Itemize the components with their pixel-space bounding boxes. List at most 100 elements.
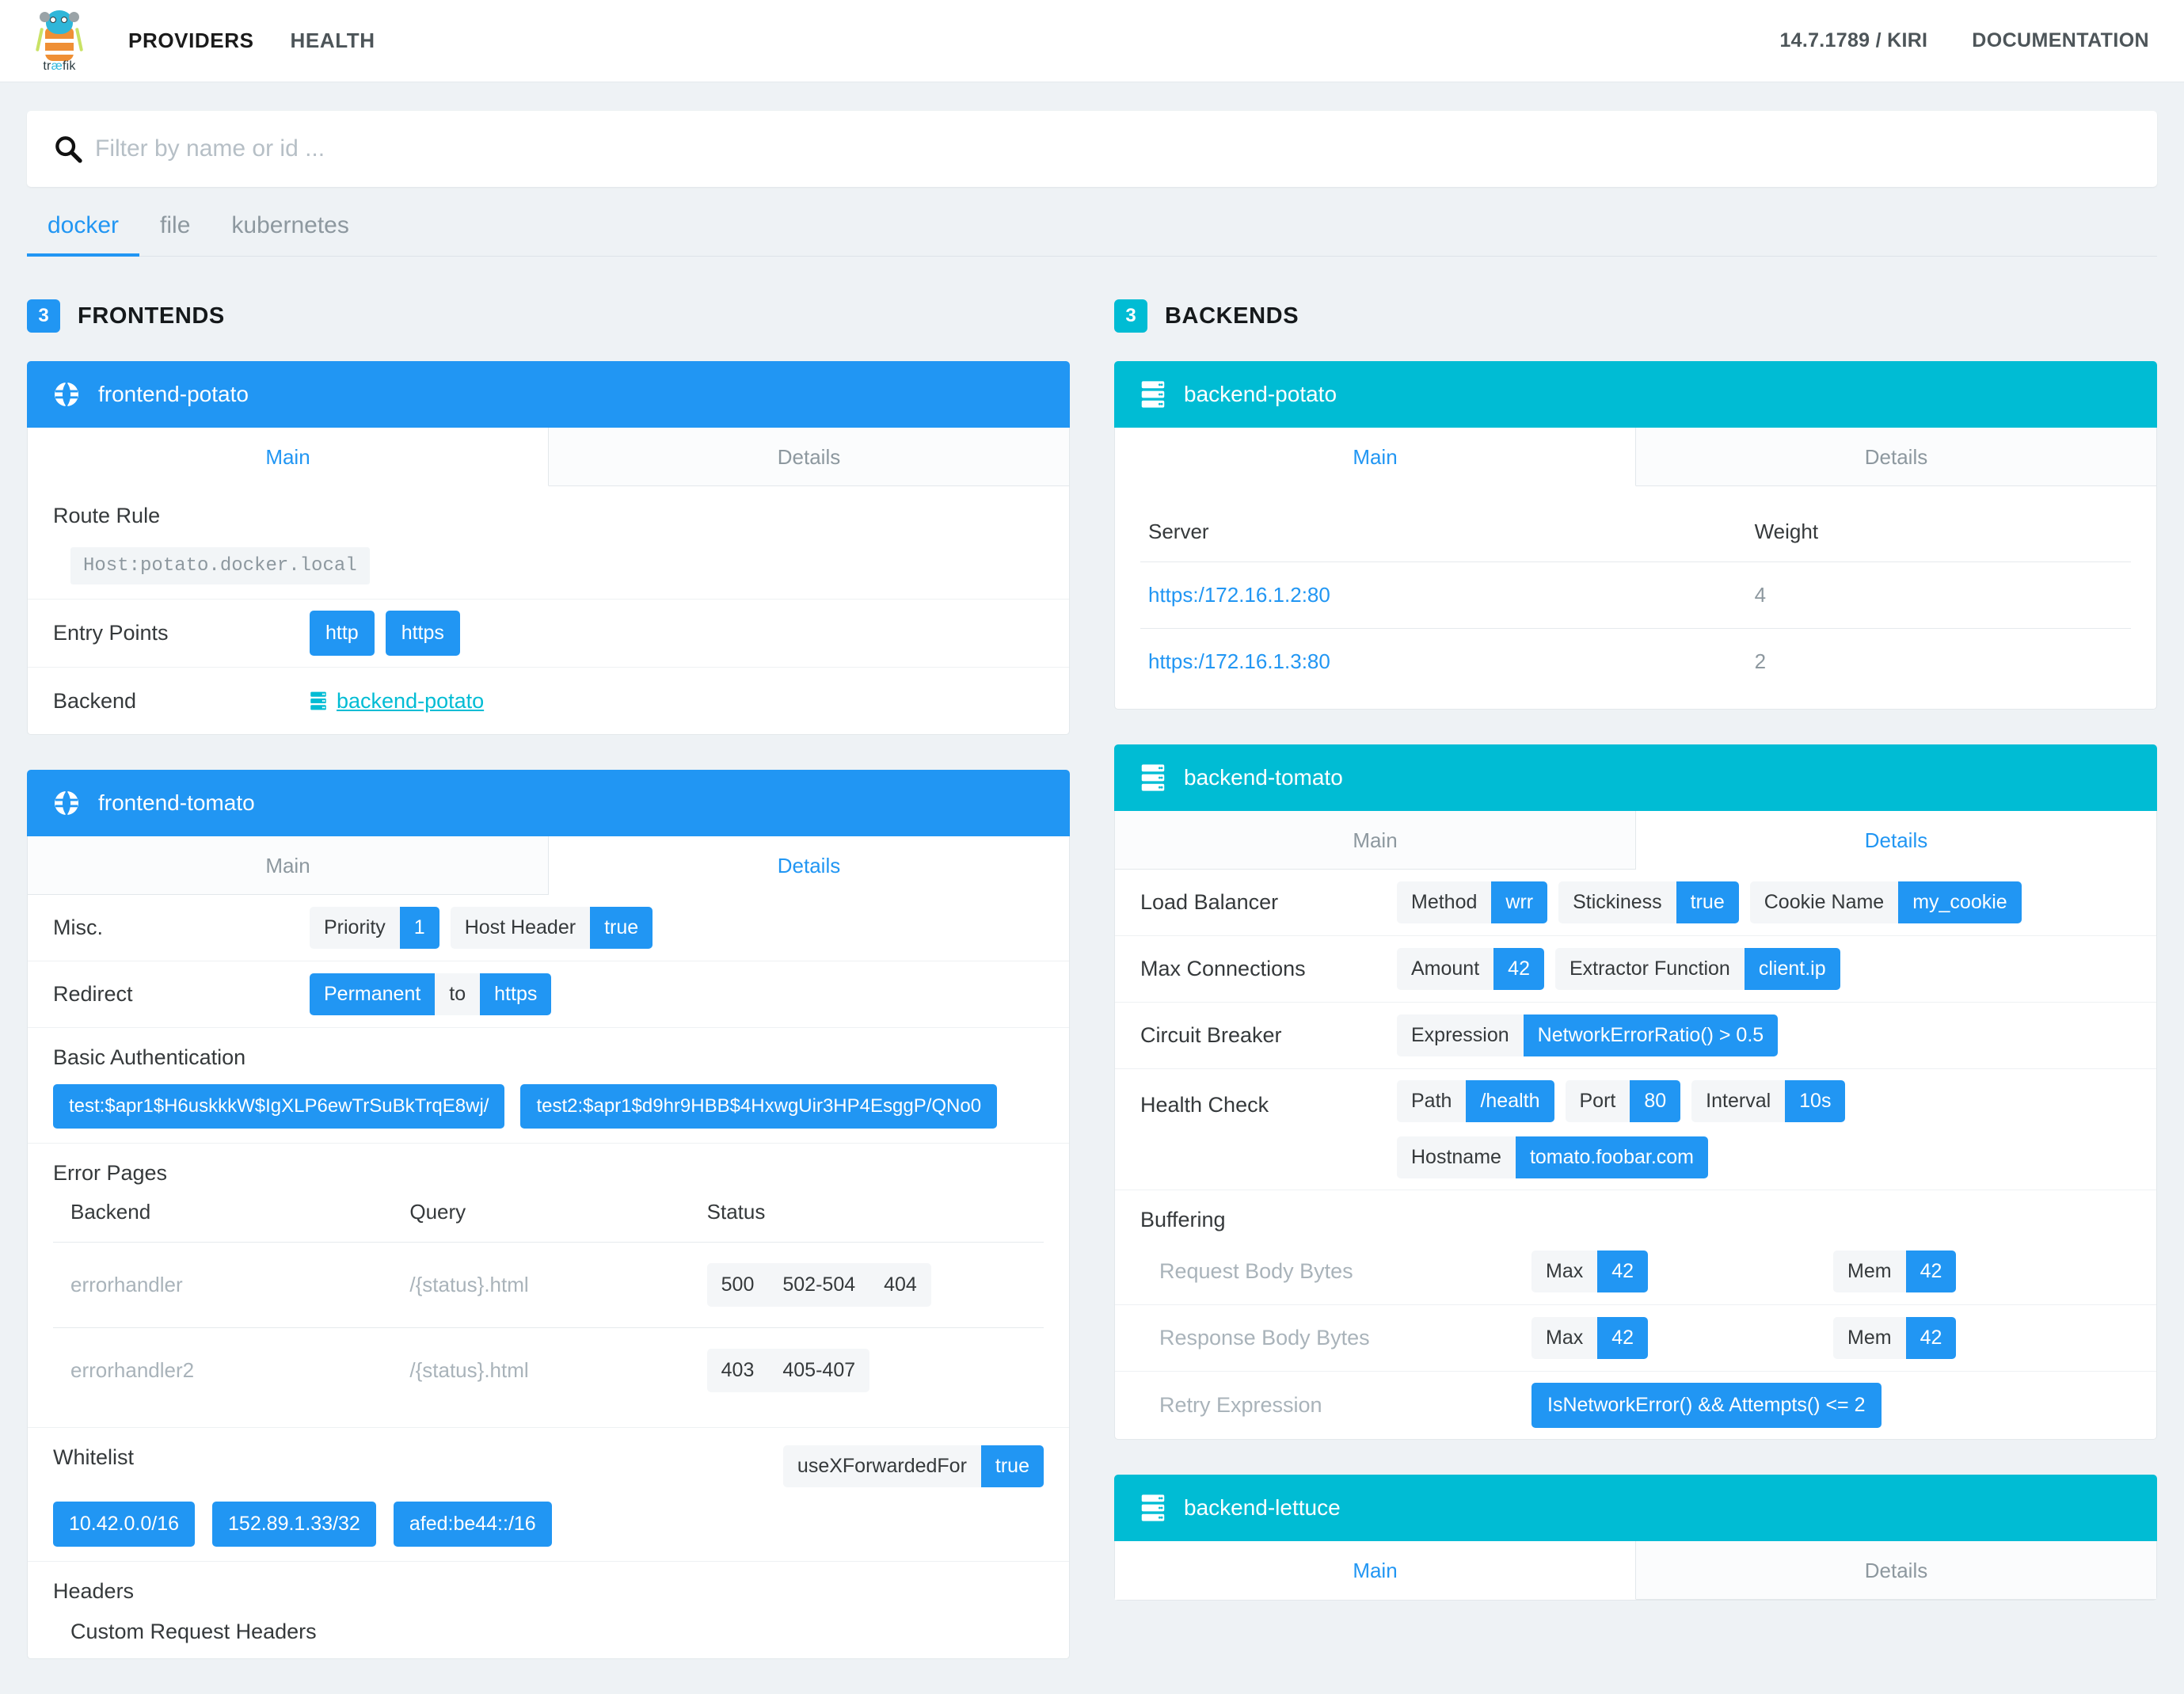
max-conn-amount-value: 42 xyxy=(1493,948,1544,990)
lb-stickiness-key: Stickiness xyxy=(1573,891,1662,913)
lb-stickiness-value: true xyxy=(1676,881,1739,923)
frontend-tomato-title: frontend-tomato xyxy=(98,790,255,815)
table-row: https:/172.16.1.3:80 2 xyxy=(1140,628,2131,695)
backend-lettuce-body: Main Details xyxy=(1114,1541,2157,1601)
documentation-link[interactable]: DOCUMENTATION xyxy=(1972,29,2149,52)
top-navbar: træfik PROVIDERS HEALTH 14.7.1789 / KIRI… xyxy=(0,0,2184,82)
response-body-mem-key: Mem xyxy=(1847,1327,1892,1349)
load-balancer-row: Load Balancer Method wrr Stickiness true… xyxy=(1115,870,2156,936)
tab-main[interactable]: Main xyxy=(1115,1541,1636,1600)
provider-tab-kubernetes[interactable]: kubernetes xyxy=(211,207,369,257)
headers-label: Headers xyxy=(53,1579,135,1603)
main-columns: 3 FRONTENDS frontend-potato Main Details… xyxy=(27,299,2157,1694)
lb-method-value: wrr xyxy=(1491,881,1548,923)
buffering-label: Buffering xyxy=(1140,1208,1226,1231)
server-icon xyxy=(310,691,326,710)
backend-label: Backend xyxy=(53,688,137,713)
nav-link-health[interactable]: HEALTH xyxy=(291,29,375,53)
search-input[interactable] xyxy=(95,135,2132,162)
redirect-label: Redirect xyxy=(53,982,133,1006)
misc-host-header-value: true xyxy=(590,907,653,949)
frontend-potato-header: frontend-potato xyxy=(27,361,1070,428)
frontend-tomato-body: Main Details Misc. Priority 1 Host Heade… xyxy=(27,836,1070,1659)
tab-details[interactable]: Details xyxy=(549,836,1069,895)
tab-main[interactable]: Main xyxy=(28,428,549,486)
backend-card-tomato: backend-tomato Main Details Load Balance… xyxy=(1114,744,2157,1440)
cell-backend: errorhandler2 xyxy=(53,1327,410,1413)
servers-block: Server Weight https:/172.16.1.2:80 4 htt… xyxy=(1115,486,2156,709)
nav-link-providers[interactable]: PROVIDERS xyxy=(128,29,254,53)
status-group: 403 405-407 xyxy=(706,1349,870,1392)
lb-cookie-name-pill: Cookie Name my_cookie xyxy=(1749,881,2022,923)
gopher-mascot-icon xyxy=(35,7,84,63)
misc-host-header-pill: Host Header true xyxy=(450,907,653,949)
backend-potato-body: Main Details Server Weight https:/172.16… xyxy=(1114,428,2157,710)
health-interval-value: 10s xyxy=(1785,1080,1846,1122)
response-body-label: Response Body Bytes xyxy=(1159,1326,1370,1349)
health-port-pill: Port 80 xyxy=(1565,1080,1681,1122)
frontend-potato-tabs: Main Details xyxy=(28,428,1069,486)
circuit-breaker-pill: Expression NetworkErrorRatio() > 0.5 xyxy=(1397,1014,1779,1056)
entry-points-label: Entry Points xyxy=(53,621,169,645)
cell-query: /{status}.html xyxy=(409,1327,707,1413)
cell-weight: 2 xyxy=(1754,628,2131,695)
tab-details[interactable]: Details xyxy=(1636,1541,2156,1600)
tab-main[interactable]: Main xyxy=(1115,811,1636,870)
globe-icon xyxy=(55,383,78,406)
max-conn-amount-pill: Amount 42 xyxy=(1397,948,1544,990)
cell-query: /{status}.html xyxy=(409,1242,707,1328)
tab-main[interactable]: Main xyxy=(1115,428,1636,486)
basic-auth-chip: test:$apr1$H6uskkkW$IgXLP6ewTrSuBkTrqE8w… xyxy=(53,1084,505,1129)
entry-point-http[interactable]: http xyxy=(310,611,375,656)
col-query: Query xyxy=(409,1200,466,1224)
status-chip: 403 xyxy=(721,1359,755,1381)
backend-link[interactable]: backend-potato xyxy=(310,689,484,714)
brand-wordmark: træfik xyxy=(43,59,76,73)
misc-priority-value: 1 xyxy=(399,907,439,949)
cell-server-url[interactable]: https:/172.16.1.2:80 xyxy=(1140,561,1755,629)
tab-details[interactable]: Details xyxy=(549,428,1069,486)
whitelist-chip: 10.42.0.0/16 xyxy=(53,1502,196,1547)
request-body-max-pill: Max 42 xyxy=(1531,1251,1649,1292)
tab-main[interactable]: Main xyxy=(28,836,549,895)
cell-server-url[interactable]: https:/172.16.1.3:80 xyxy=(1140,628,1755,695)
backend-lettuce-tabs: Main Details xyxy=(1115,1541,2156,1600)
backend-card-potato: backend-potato Main Details Server Weigh… xyxy=(1114,361,2157,710)
traefik-logo[interactable]: træfik xyxy=(35,7,84,75)
entry-points-row: Entry Points http https xyxy=(28,600,1069,668)
misc-priority-key: Priority xyxy=(324,916,386,938)
entry-point-https[interactable]: https xyxy=(385,611,460,656)
response-body-mem-value: 42 xyxy=(1905,1317,1957,1359)
request-body-mem-pill: Mem 42 xyxy=(1833,1251,1957,1292)
tab-details[interactable]: Details xyxy=(1636,428,2156,486)
redirect-separator: to xyxy=(449,983,466,1005)
route-rule-label: Route Rule xyxy=(53,504,161,527)
request-body-mem-value: 42 xyxy=(1905,1251,1957,1292)
cell-weight: 4 xyxy=(1754,561,2131,629)
search-icon xyxy=(55,136,82,163)
frontend-potato-body: Main Details Route Rule Host:potato.dock… xyxy=(27,428,1070,735)
backend-card-lettuce: backend-lettuce Main Details xyxy=(1114,1475,2157,1601)
backends-column: 3 BACKENDS backend-potato Main Details S… xyxy=(1114,299,2157,1635)
max-connections-label: Max Connections xyxy=(1140,957,1306,980)
whitelist-block: Whitelist useXForwardedFor true 10.42.0.… xyxy=(28,1428,1069,1562)
backend-potato-header: backend-potato xyxy=(1114,361,2157,428)
cell-backend: errorhandler xyxy=(53,1242,410,1328)
backend-tomato-title: backend-tomato xyxy=(1184,765,1343,790)
response-body-max-key: Max xyxy=(1546,1327,1584,1349)
col-weight: Weight xyxy=(1754,520,1819,543)
max-conn-extractor-pill: Extractor Function client.ip xyxy=(1554,948,1840,990)
circuit-breaker-row: Circuit Breaker Expression NetworkErrorR… xyxy=(1115,1003,2156,1069)
provider-tabs: docker file kubernetes xyxy=(27,207,2157,257)
provider-tab-docker[interactable]: docker xyxy=(27,207,140,257)
tab-details[interactable]: Details xyxy=(1636,811,2156,870)
headers-block: Headers Custom Request Headers xyxy=(28,1562,1069,1658)
misc-label: Misc. xyxy=(53,916,103,939)
backend-lettuce-header: backend-lettuce xyxy=(1114,1475,2157,1541)
basic-auth-chips: test:$apr1$H6uskkkW$IgXLP6ewTrSuBkTrqE8w… xyxy=(53,1084,1044,1129)
backend-tomato-body: Main Details Load Balancer Method wrr St… xyxy=(1114,811,2157,1440)
request-body-max-value: 42 xyxy=(1597,1251,1649,1292)
lb-method-key: Method xyxy=(1411,891,1478,913)
provider-tab-file[interactable]: file xyxy=(139,207,211,257)
search-bar[interactable] xyxy=(27,111,2157,187)
